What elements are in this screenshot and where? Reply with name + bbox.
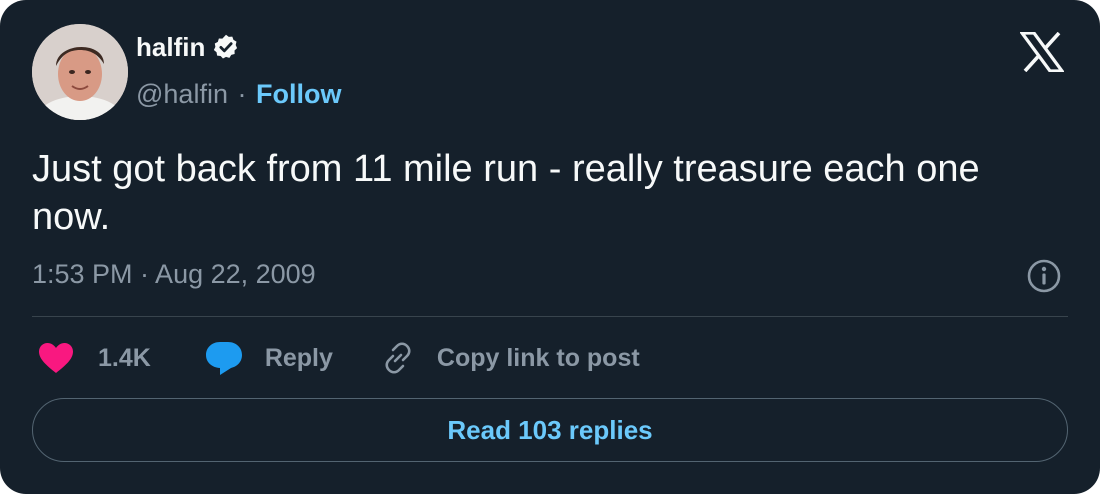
copy-link-label: Copy link to post [436,343,640,372]
link-icon [381,341,415,375]
info-icon[interactable] [1026,258,1062,294]
reply-label: Reply [264,343,333,372]
speech-bubble-icon [205,340,243,376]
tweet-text: Just got back from 11 mile run - really … [32,148,980,238]
divider [32,316,1068,317]
heart-icon [38,342,74,374]
handle[interactable]: @halfin [136,79,228,109]
display-name[interactable]: halfin [136,30,205,64]
separator-dot: · [237,79,247,109]
timestamp[interactable]: 1:53 PM · Aug 22, 2009 [32,256,316,292]
x-logo-icon[interactable] [1018,31,1066,73]
action-bar: 1.4K Reply Copy link to post [38,336,640,380]
author-name-row: halfin [136,30,240,64]
like-count: 1.4K [98,343,151,372]
handle-row: @halfin · Follow [136,77,341,111]
like-button[interactable]: 1.4K [38,342,151,374]
read-replies-button[interactable]: Read 103 replies [32,398,1068,462]
copy-link-button[interactable]: Copy link to post [381,341,640,375]
verified-badge-icon [212,33,240,61]
follow-button[interactable]: Follow [256,79,341,109]
reply-button[interactable]: Reply [205,340,333,376]
tweet-card: halfin @halfin · Follow Just got back fr… [0,0,1100,494]
avatar[interactable] [32,24,128,120]
